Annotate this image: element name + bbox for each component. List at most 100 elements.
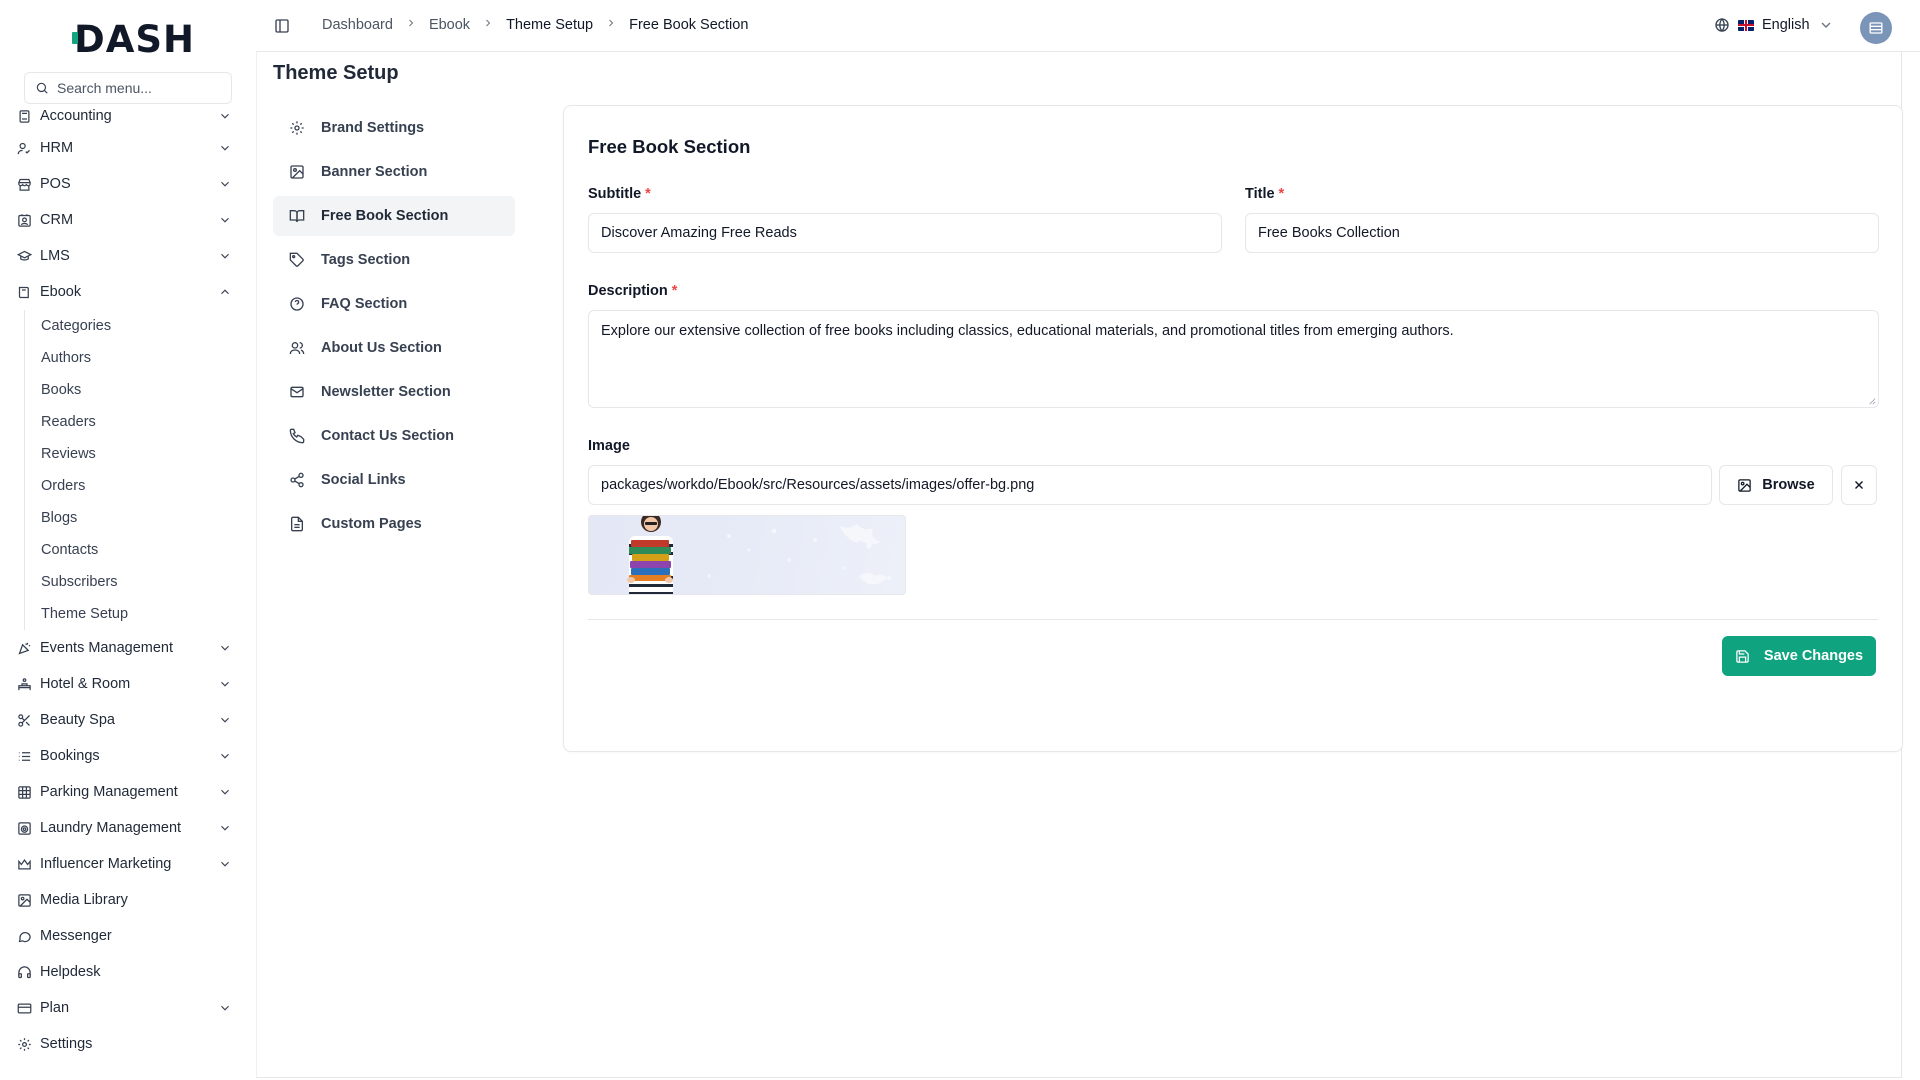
sidebar-item-crm[interactable]: CRM [0, 202, 256, 238]
description-label-text: Description [588, 283, 668, 299]
sidebar-subitem-reviews[interactable]: Reviews [41, 438, 256, 470]
sidebar-item-beauty-spa[interactable]: Beauty Spa [0, 702, 256, 738]
content-frame: Theme Setup Brand Settings Banner Sectio… [256, 52, 1903, 1078]
sidebar-item-label: POS [40, 176, 71, 192]
globe-icon [1715, 17, 1729, 33]
sidebar-subitem-books[interactable]: Books [41, 374, 256, 406]
search-input[interactable] [57, 80, 217, 96]
sidebar-item-label: Laundry Management [40, 820, 182, 836]
sidebar-item-hotel-room[interactable]: Hotel & Room [0, 666, 256, 702]
breadcrumb-theme-setup[interactable]: Theme Setup [506, 17, 593, 33]
image-path-input[interactable]: packages/workdo/Ebook/src/Resources/asse… [588, 465, 1712, 505]
chevron-down-icon [218, 141, 232, 155]
theme-nav-custom-pages[interactable]: Custom Pages [273, 504, 515, 544]
sidebar-subitem-readers[interactable]: Readers [41, 406, 256, 438]
sidebar-subitem-authors[interactable]: Authors [41, 342, 256, 374]
credit-card-icon [16, 1000, 32, 1016]
search-box[interactable] [24, 72, 232, 104]
clear-image-button[interactable] [1841, 465, 1877, 505]
sidebar-subitem-subscribers[interactable]: Subscribers [41, 566, 256, 598]
theme-nav-banner-section[interactable]: Banner Section [273, 152, 515, 192]
sidebar-item-settings[interactable]: Settings [0, 1026, 256, 1062]
avatar[interactable] [1860, 12, 1892, 44]
sidebar-item-hrm[interactable]: HRM [0, 130, 256, 166]
chevron-up-icon [218, 285, 232, 299]
sidebar: DASH Accounting HRM POS CRM LMS [0, 0, 256, 1080]
chevron-down-icon [218, 821, 232, 835]
sidebar-item-lms[interactable]: LMS [0, 238, 256, 274]
sidebar-toggle-icon[interactable] [274, 18, 290, 34]
breadcrumb-dashboard[interactable]: Dashboard [322, 17, 393, 33]
sidebar-item-label: Helpdesk [40, 964, 101, 980]
sidebar-item-laundry-management[interactable]: Laundry Management [0, 810, 256, 846]
browse-label: Browse [1762, 477, 1815, 493]
user-avatar-icon [1869, 22, 1883, 34]
theme-nav-free-book-section[interactable]: Free Book Section [273, 196, 515, 236]
required-asterisk: * [645, 186, 651, 202]
crown-icon [16, 856, 32, 872]
theme-nav-tags-section[interactable]: Tags Section [273, 240, 515, 280]
sidebar-item-label: Ebook [40, 284, 82, 300]
sidebar-item-pos[interactable]: POS [0, 166, 256, 202]
book-icon [16, 284, 32, 300]
sidebar-item-helpdesk[interactable]: Helpdesk [0, 954, 256, 990]
chevron-down-icon [218, 641, 232, 655]
hotel-icon [16, 676, 32, 692]
breadcrumb-current: Free Book Section [629, 17, 749, 33]
sidebar-item-accounting[interactable]: Accounting [0, 102, 256, 130]
chevron-down-icon [218, 677, 232, 691]
theme-nav-label: Contact Us Section [321, 428, 454, 444]
chevron-down-icon [1821, 22, 1831, 28]
sidebar-item-label: Influencer Marketing [40, 856, 172, 872]
sidebar-item-messenger[interactable]: Messenger [0, 918, 256, 954]
resize-handle-icon[interactable] [1868, 397, 1876, 405]
sidebar-subitem-orders[interactable]: Orders [41, 470, 256, 502]
gear-icon [16, 1036, 32, 1052]
image-label: Image [588, 438, 630, 454]
logo-text: DASH [72, 17, 195, 61]
theme-nav-label: Social Links [321, 472, 406, 488]
sidebar-subitem-categories[interactable]: Categories [41, 310, 256, 342]
theme-nav-about-us-section[interactable]: About Us Section [273, 328, 515, 368]
sidebar-subitem-blogs[interactable]: Blogs [41, 502, 256, 534]
sidebar-item-bookings[interactable]: Bookings [0, 738, 256, 774]
calculator-icon [16, 108, 32, 124]
theme-nav-label: Brand Settings [321, 120, 425, 136]
theme-nav-contact-us-section[interactable]: Contact Us Section [273, 416, 515, 456]
breadcrumb: Dashboard Ebook Theme Setup Free Book Se… [322, 17, 748, 33]
theme-nav-newsletter-section[interactable]: Newsletter Section [273, 372, 515, 412]
breadcrumb-ebook[interactable]: Ebook [429, 17, 470, 33]
sidebar-item-plan[interactable]: Plan [0, 990, 256, 1026]
title-value: Free Books Collection [1258, 225, 1400, 241]
sidebar-item-influencer-marketing[interactable]: Influencer Marketing [0, 846, 256, 882]
sidebar-subitem-contacts[interactable]: Contacts [41, 534, 256, 566]
theme-nav-brand-settings[interactable]: Brand Settings [273, 108, 515, 148]
sidebar-item-label: HRM [40, 140, 74, 156]
image-preview [588, 515, 906, 595]
main-area: Dashboard Ebook Theme Setup Free Book Se… [256, 0, 1920, 1080]
title-label-text: Title [1245, 186, 1275, 202]
sidebar-subitem-theme-setup[interactable]: Theme Setup [41, 598, 256, 630]
headphones-icon [16, 964, 32, 980]
description-textarea[interactable]: Explore our extensive collection of free… [588, 310, 1879, 408]
theme-nav-social-links[interactable]: Social Links [273, 460, 515, 500]
book-open-icon [289, 208, 305, 224]
subtitle-input[interactable]: Discover Amazing Free Reads [588, 213, 1222, 253]
dash-logo[interactable]: DASH [72, 17, 195, 61]
theme-nav-faq-section[interactable]: FAQ Section [273, 284, 515, 324]
title-input[interactable]: Free Books Collection [1245, 213, 1879, 253]
contact-card-icon [16, 212, 32, 228]
theme-setup-nav: Brand Settings Banner Section Free Book … [273, 108, 515, 548]
sidebar-item-events-management[interactable]: Events Management [0, 630, 256, 666]
sidebar-item-media-library[interactable]: Media Library [0, 882, 256, 918]
washing-machine-icon [16, 820, 32, 836]
theme-nav-label: Tags Section [321, 252, 411, 268]
language-selector[interactable]: English [1714, 17, 1834, 33]
chevron-down-icon [218, 749, 232, 763]
browse-button[interactable]: Browse [1719, 465, 1833, 505]
sidebar-item-parking-management[interactable]: Parking Management [0, 774, 256, 810]
sidebar-item-ebook[interactable]: Ebook [0, 274, 256, 310]
sidebar-item-label: Plan [40, 1000, 70, 1016]
chevron-right-icon [405, 17, 417, 33]
save-changes-button[interactable]: Save Changes [1722, 636, 1876, 676]
